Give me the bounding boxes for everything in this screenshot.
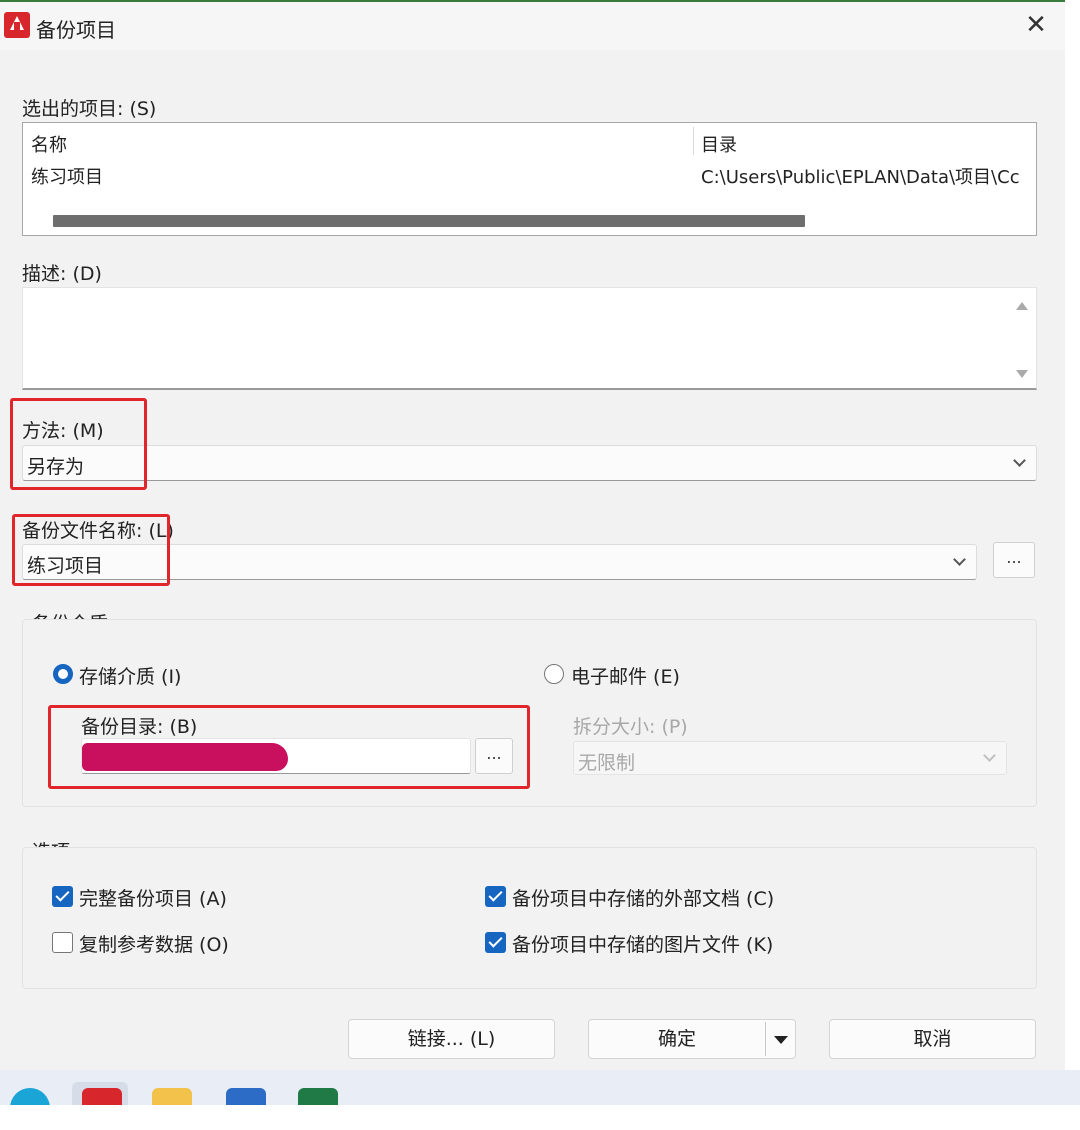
copy-reference-label[interactable]: 复制参考数据 (O) xyxy=(79,930,229,957)
method-value: 另存为 xyxy=(27,456,85,478)
column-header-directory[interactable]: 目录 xyxy=(701,131,737,157)
description-textarea[interactable] xyxy=(22,287,1037,390)
chevron-down-icon xyxy=(983,749,996,762)
split-size-label: 拆分大小: (P) xyxy=(573,716,688,738)
backup-media-group: 存储介质 (I) 电子邮件 (E) 备份目录: (B) ... 拆分大小: (P… xyxy=(22,619,1037,807)
external-docs-label[interactable]: 备份项目中存储的外部文档 (C) xyxy=(512,884,774,911)
chevron-down-icon xyxy=(1013,454,1026,467)
scroll-down-arrow-icon[interactable] xyxy=(1016,370,1028,378)
cancel-button[interactable]: 取消 xyxy=(829,1019,1036,1059)
copy-reference-checkbox[interactable] xyxy=(52,932,73,953)
email-label[interactable]: 电子邮件 (E) xyxy=(571,662,680,689)
email-radio[interactable] xyxy=(544,664,564,684)
backup-filename-browse-button[interactable]: ... xyxy=(993,542,1035,578)
storage-media-radio[interactable] xyxy=(53,664,73,684)
backup-filename-label: 备份文件名称: (L) xyxy=(22,520,174,542)
column-separator[interactable] xyxy=(693,127,694,155)
link-button[interactable]: 链接... (L) xyxy=(348,1019,555,1059)
full-backup-checkbox[interactable] xyxy=(52,886,73,907)
backup-filename-combo[interactable]: 练习项目 xyxy=(22,544,977,580)
dropdown-arrow-icon[interactable] xyxy=(774,1036,788,1044)
image-files-label[interactable]: 备份项目中存储的图片文件 (K) xyxy=(512,930,773,957)
scroll-up-arrow-icon[interactable] xyxy=(1016,302,1028,310)
image-bottom-margin xyxy=(0,1105,1080,1130)
split-size-select[interactable]: 无限制 xyxy=(573,741,1007,775)
full-backup-label[interactable]: 完整备份项目 (A) xyxy=(79,884,227,911)
project-row-name[interactable]: 练习项目 xyxy=(31,163,103,189)
backup-directory-browse-button[interactable]: ... xyxy=(475,738,513,774)
close-button[interactable]: ✕ xyxy=(1021,10,1051,40)
selected-projects-label: 选出的项目: (S) xyxy=(22,98,157,120)
description-label: 描述: (D) xyxy=(22,263,102,285)
storage-media-label[interactable]: 存储介质 (I) xyxy=(79,662,181,689)
backup-directory-label: 备份目录: (B) xyxy=(81,716,198,738)
selected-projects-list[interactable]: 名称 目录 练习项目 C:\Users\Public\EPLAN\Data\项目… xyxy=(22,122,1037,236)
redacted-path-mark xyxy=(82,743,288,771)
split-separator xyxy=(765,1022,766,1056)
options-group: 完整备份项目 (A) 复制参考数据 (O) 备份项目中存储的外部文档 (C) 备… xyxy=(22,847,1037,989)
method-select[interactable]: 另存为 xyxy=(22,445,1037,481)
chevron-down-icon xyxy=(953,553,966,566)
ok-button-label[interactable]: 确定 xyxy=(589,1020,765,1058)
backup-directory-input[interactable] xyxy=(81,738,471,774)
backup-project-dialog: 备份项目 ✕ 选出的项目: (S) 名称 目录 练习项目 C:\Users\Pu… xyxy=(0,0,1065,1070)
split-size-value: 无限制 xyxy=(578,752,636,774)
dialog-title: 备份项目 xyxy=(36,18,116,42)
horizontal-scrollbar[interactable] xyxy=(53,215,805,227)
eplan-app-icon xyxy=(4,12,30,38)
external-docs-checkbox[interactable] xyxy=(485,886,506,907)
column-header-name[interactable]: 名称 xyxy=(31,131,67,157)
title-bar: 备份项目 ✕ xyxy=(0,2,1065,50)
project-row-directory[interactable]: C:\Users\Public\EPLAN\Data\项目\Cc xyxy=(701,163,1035,189)
method-label: 方法: (M) xyxy=(22,420,104,442)
backup-filename-value: 练习项目 xyxy=(27,555,104,577)
ok-split-button[interactable]: 确定 xyxy=(588,1019,796,1059)
image-files-checkbox[interactable] xyxy=(485,932,506,953)
